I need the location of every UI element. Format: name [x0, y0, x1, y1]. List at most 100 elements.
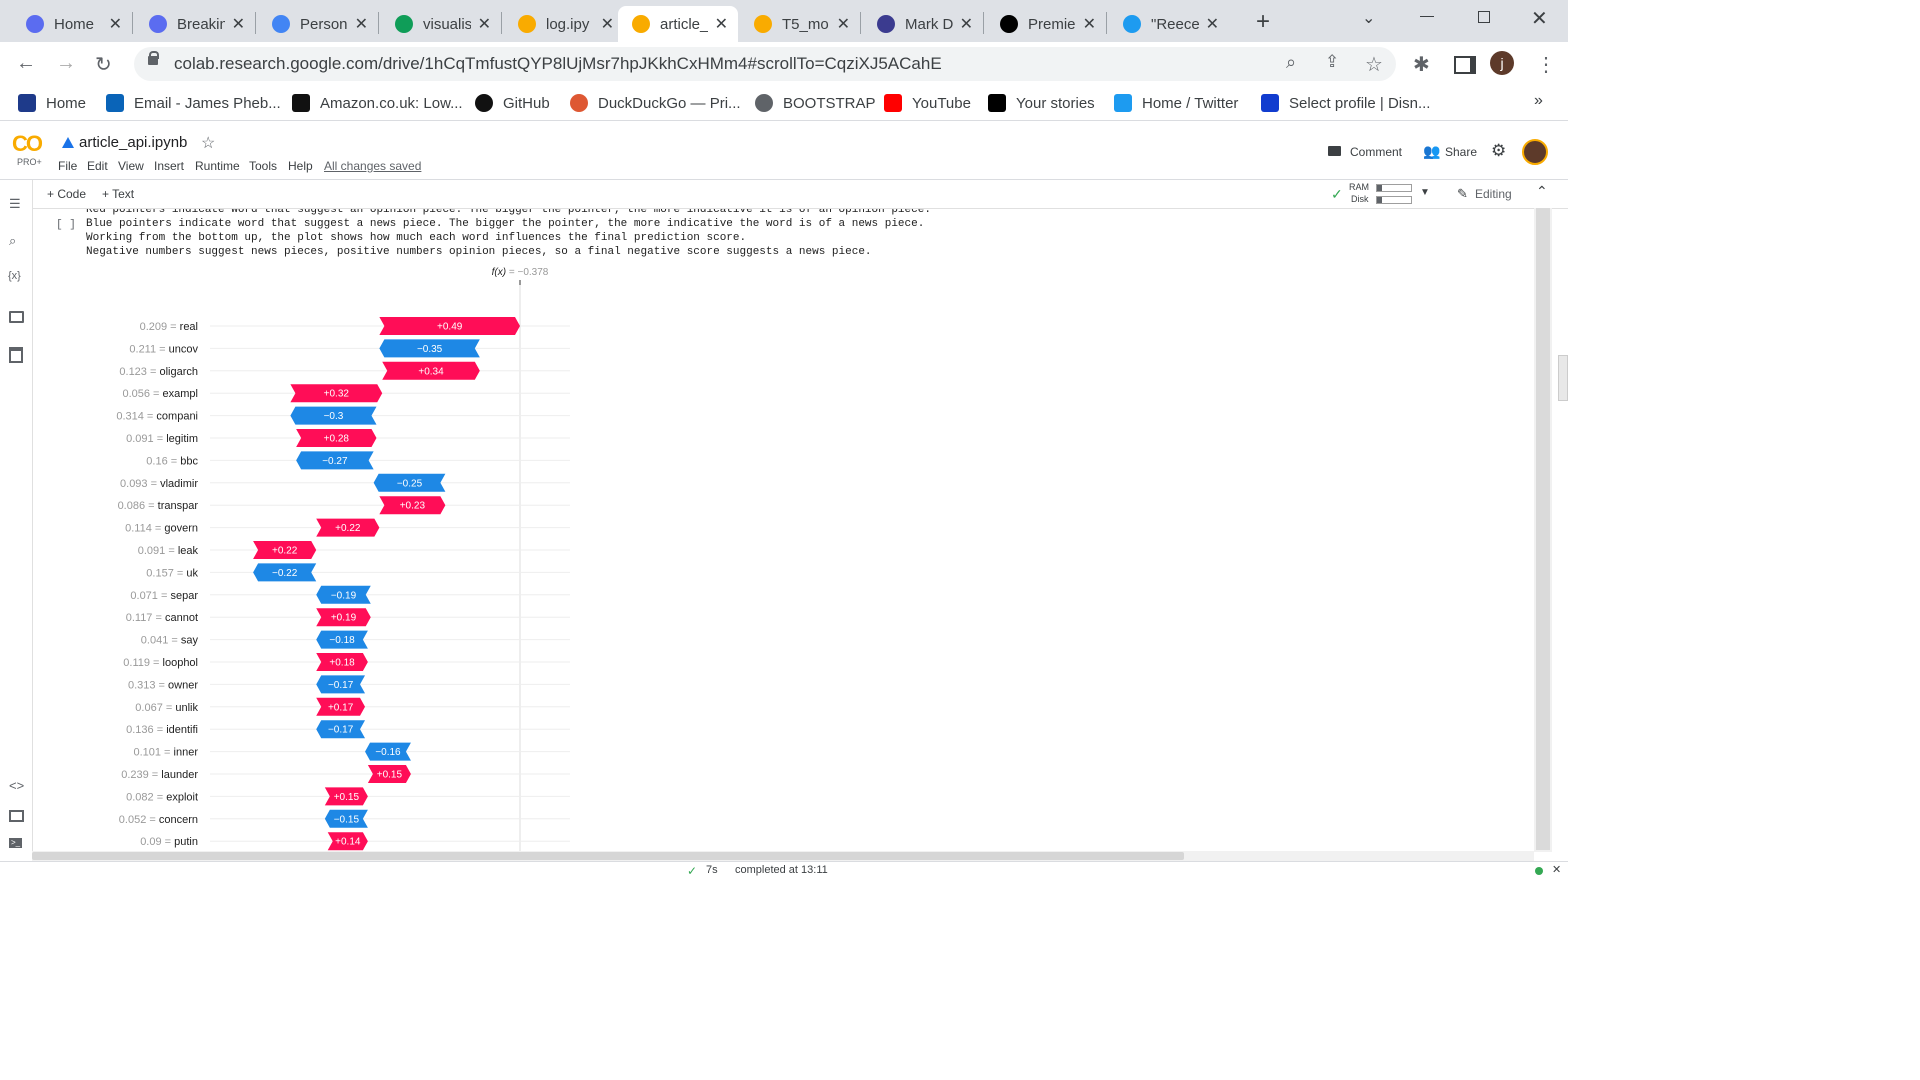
disk-meter[interactable] [1376, 196, 1412, 204]
reload-icon[interactable]: ↻ [95, 52, 112, 77]
close-tab-icon[interactable]: ✕ [232, 14, 245, 34]
feature-label: 0.136 = identifi [126, 724, 198, 736]
editing-mode-button[interactable]: Editing [1475, 187, 1512, 201]
profile-avatar[interactable]: j [1490, 51, 1514, 75]
bookmark-item[interactable]: Home [18, 94, 86, 112]
close-window-icon[interactable]: ✕ [1531, 6, 1548, 31]
close-tab-icon[interactable]: ✕ [960, 14, 973, 34]
search-icon[interactable]: ⌕ [9, 233, 16, 249]
colab-logo[interactable]: CO [12, 131, 43, 157]
browser-tab-1[interactable]: Home ✕ [12, 6, 132, 42]
bookmark-item[interactable]: Home / Twitter [1114, 94, 1238, 112]
share-page-icon[interactable]: ⇪ [1325, 52, 1339, 72]
contribution-label: −0.17 [328, 725, 354, 736]
close-tab-icon[interactable]: ✕ [715, 14, 728, 34]
bookmark-item[interactable]: YouTube [884, 94, 971, 112]
output-line-2: Blue pointers indicate word that suggest… [86, 218, 925, 230]
bookmark-item[interactable]: Amazon.co.uk: Low... [292, 94, 463, 112]
save-status-link[interactable]: All changes saved [324, 159, 421, 173]
close-tab-icon[interactable]: ✕ [601, 14, 614, 34]
contribution-label: −0.16 [375, 747, 401, 758]
forward-icon[interactable]: → [56, 52, 76, 75]
browser-tab-label: Premie [1028, 15, 1076, 33]
browser-tab-2[interactable]: Breakin ✕ [135, 6, 255, 42]
comment-button[interactable]: Comment [1350, 145, 1402, 159]
terminal-icon[interactable]: >_ [9, 838, 22, 848]
medium-icon [988, 94, 1006, 112]
comment-icon[interactable] [1328, 146, 1341, 156]
browser-tab-7[interactable]: T5_mo ✕ [740, 6, 860, 42]
close-tab-icon[interactable]: ✕ [1083, 14, 1096, 34]
lock-shackle-icon [149, 51, 159, 59]
notebook-title[interactable]: article_api.ipynb [79, 134, 187, 151]
vertical-scrollbar-thumb[interactable] [1536, 208, 1550, 850]
horizontal-scrollbar-thumb[interactable] [32, 852, 1184, 860]
close-tab-icon[interactable]: ✕ [837, 14, 850, 34]
menu-view[interactable]: View [118, 159, 144, 173]
browser-tab-5[interactable]: log.ipy ✕ [504, 6, 624, 42]
browser-tab-8[interactable]: Mark D ✕ [863, 6, 983, 42]
tab-separator [132, 12, 133, 34]
collapse-header-icon[interactable]: ⌃ [1536, 183, 1548, 200]
close-tab-icon[interactable]: ✕ [355, 14, 368, 34]
browser-tab-4[interactable]: visualis ✕ [381, 6, 501, 42]
pencil-icon[interactable]: ✎ [1457, 186, 1468, 202]
side-panel-icon[interactable] [1454, 56, 1476, 74]
add-code-button[interactable]: + Code [47, 187, 86, 201]
contribution-label: −0.18 [329, 635, 355, 646]
browser-tab-10[interactable]: "Reece ✕ [1109, 6, 1229, 42]
browser-tab-3[interactable]: Person ✕ [258, 6, 378, 42]
bookmark-star-icon[interactable]: ☆ [1365, 52, 1383, 77]
zoom-icon[interactable]: ⌕ [1286, 52, 1296, 73]
menu-help[interactable]: Help [288, 159, 313, 173]
browser-tab-6[interactable]: article_ ✕ [618, 6, 738, 42]
browser-tab-9[interactable]: Premie ✕ [986, 6, 1106, 42]
settings-gear-icon[interactable]: ⚙ [1491, 141, 1506, 161]
menu-tools[interactable]: Tools [249, 159, 277, 173]
restore-icon[interactable] [1478, 11, 1490, 23]
cell-run-indicator[interactable]: [ ] [56, 219, 76, 231]
page-scrollbar-thumb[interactable] [1558, 355, 1568, 401]
calendar-icon[interactable] [9, 347, 23, 363]
menu-edit[interactable]: Edit [87, 159, 108, 173]
status-close-icon[interactable]: ✕ [1552, 863, 1561, 876]
bookmark-item[interactable]: Select profile | Disn... [1261, 94, 1430, 112]
bookmark-item[interactable]: BOOTSTRAP [755, 94, 876, 112]
home-bookmark-icon [18, 94, 36, 112]
bookmark-item[interactable]: Your stories [988, 94, 1095, 112]
command-palette-icon[interactable] [9, 810, 24, 822]
new-tab-button[interactable]: + [1256, 8, 1270, 36]
code-snippets-icon[interactable]: <> [9, 778, 24, 793]
bookmark-item[interactable]: DuckDuckGo — Pri... [570, 94, 741, 112]
connected-check-icon[interactable]: ✓ [1331, 186, 1343, 203]
menu-file[interactable]: File [58, 159, 77, 173]
close-tab-icon[interactable]: ✕ [1206, 14, 1219, 34]
files-folder-icon[interactable] [9, 311, 24, 323]
bookmark-label: DuckDuckGo — Pri... [598, 94, 741, 112]
variables-icon[interactable]: {x} [8, 270, 21, 282]
tab-separator [378, 12, 379, 34]
close-tab-icon[interactable]: ✕ [478, 14, 491, 34]
more-bookmarks-button[interactable]: » [1534, 92, 1543, 110]
close-tab-icon[interactable]: ✕ [109, 14, 122, 34]
url-text[interactable]: colab.research.google.com/drive/1hCqTmfu… [174, 54, 942, 74]
bookmark-item[interactable]: GitHub [475, 94, 550, 112]
ram-meter[interactable] [1376, 184, 1412, 192]
add-text-button[interactable]: + Text [102, 187, 134, 201]
share-button[interactable]: Share [1445, 145, 1477, 159]
table-of-contents-icon[interactable]: ☰ [9, 196, 21, 212]
account-avatar[interactable] [1522, 139, 1548, 165]
tab-search-icon[interactable]: ⌄ [1362, 8, 1375, 28]
minimize-icon[interactable] [1420, 16, 1434, 17]
share-people-icon[interactable]: 👥 [1423, 143, 1440, 160]
resources-dropdown-icon[interactable]: ▼ [1420, 187, 1430, 198]
bookmark-label: Home [46, 94, 87, 112]
star-notebook-icon[interactable]: ☆ [201, 133, 215, 153]
extensions-icon[interactable]: ✱ [1413, 52, 1430, 77]
menu-insert[interactable]: Insert [154, 159, 184, 173]
back-icon[interactable]: ← [16, 52, 36, 75]
browser-menu-icon[interactable]: ⋮ [1536, 52, 1556, 77]
menu-runtime[interactable]: Runtime [195, 159, 240, 173]
bookmark-item[interactable]: Email - James Pheb... [106, 94, 281, 112]
contribution-label: +0.15 [334, 792, 360, 803]
